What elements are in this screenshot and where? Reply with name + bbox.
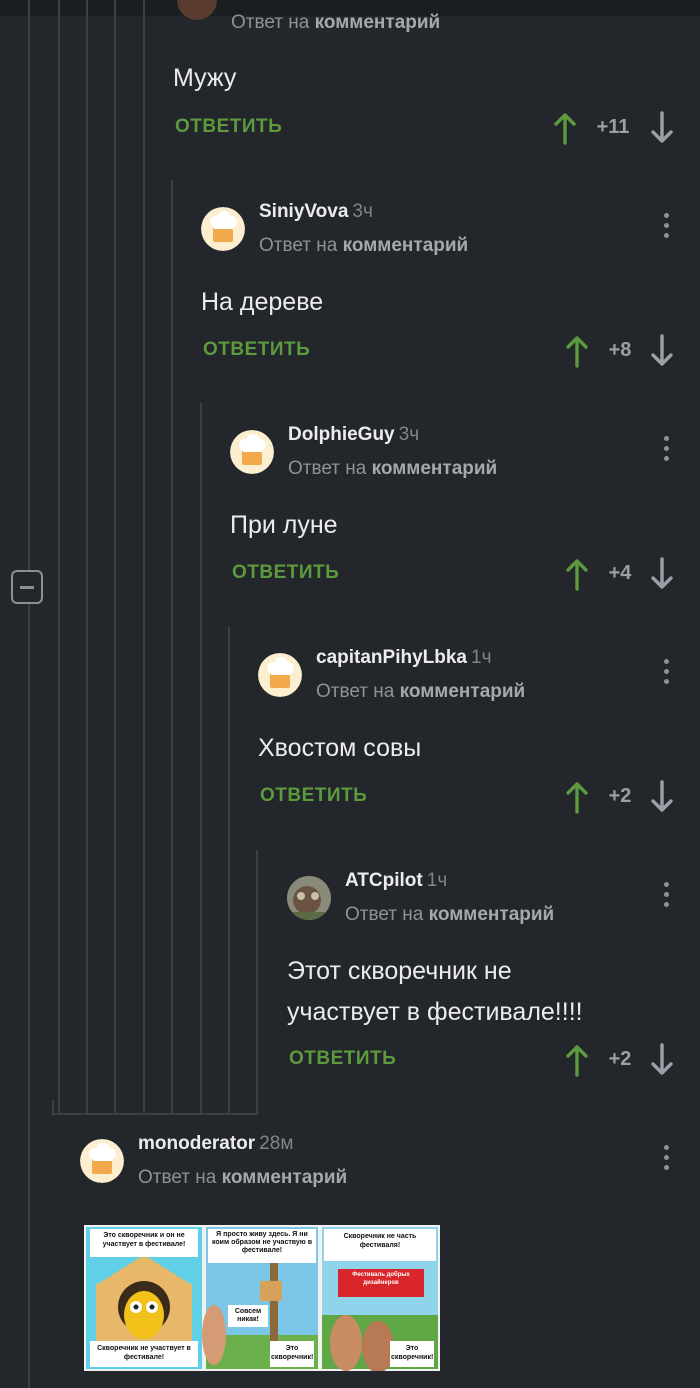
reply-to-link[interactable]: комментарий bbox=[429, 904, 555, 925]
arrow-up-icon[interactable] bbox=[565, 780, 589, 814]
reply-to-prefix: Ответ на bbox=[288, 458, 367, 479]
avatar[interactable] bbox=[177, 0, 217, 20]
comment-text-line: участвует в фестивале!!!! bbox=[287, 998, 583, 1026]
user-photo-avatar bbox=[287, 876, 331, 920]
vertical-dots-icon[interactable] bbox=[662, 659, 670, 689]
comic-caption: Я просто живу здесь. Я ни коим образом н… bbox=[211, 1231, 313, 1254]
username[interactable]: DolphieGuy 3ч bbox=[288, 424, 419, 446]
arrow-down-icon[interactable] bbox=[650, 780, 674, 814]
reply-button[interactable]: ОТВЕТИТЬ bbox=[232, 562, 339, 584]
comment-text: Мужу bbox=[173, 64, 237, 92]
reply-to-info: Ответ на комментарий bbox=[316, 681, 525, 703]
comment: capitanPihyLbka 1ч Ответ на комментарий Х… bbox=[258, 647, 700, 833]
vote-score: +8 bbox=[608, 339, 632, 361]
vertical-dots-icon[interactable] bbox=[662, 882, 670, 912]
username[interactable]: ATCpilot 1ч bbox=[345, 870, 447, 892]
vertical-dots-icon[interactable] bbox=[662, 213, 670, 243]
vote-score: +11 bbox=[596, 116, 630, 138]
reply-to-prefix: Ответ на bbox=[316, 681, 395, 702]
reply-button[interactable]: ОТВЕТИТЬ bbox=[289, 1048, 396, 1070]
reply-to-info: Ответ на комментарий bbox=[231, 12, 440, 34]
arrow-up-icon[interactable] bbox=[565, 1043, 589, 1077]
comic-caption: Совсем никак! bbox=[234, 1308, 262, 1323]
comic-caption: Это скворечник! bbox=[271, 1345, 314, 1361]
reply-to-link[interactable]: комментарий bbox=[372, 458, 498, 479]
comment-text-line: Этот скворечник не bbox=[287, 957, 512, 985]
arrow-down-icon[interactable] bbox=[650, 111, 674, 145]
avatar[interactable] bbox=[287, 876, 331, 920]
comment-time: 1ч bbox=[471, 647, 492, 668]
reply-button[interactable]: ОТВЕТИТЬ bbox=[260, 785, 367, 807]
reply-to-info: Ответ на комментарий bbox=[259, 235, 468, 257]
chef-hat-avatar-icon bbox=[258, 653, 302, 697]
arrow-down-icon[interactable] bbox=[650, 334, 674, 368]
thread-line bbox=[256, 850, 258, 1113]
comic-caption: Скворечник не участвует в фестивале! bbox=[97, 1345, 191, 1361]
vertical-dots-icon[interactable] bbox=[662, 436, 670, 466]
comic-caption: Это скворечник и он не участвует в фести… bbox=[102, 1232, 186, 1248]
vertical-dots-icon[interactable] bbox=[662, 1145, 670, 1175]
reply-to-info: Ответ на комментарий bbox=[288, 458, 497, 480]
reply-to-info: Ответ на комментарий bbox=[138, 1167, 347, 1189]
avatar[interactable] bbox=[201, 207, 245, 251]
username[interactable]: monoderator 28м bbox=[138, 1133, 293, 1155]
chef-hat-avatar-icon bbox=[201, 207, 245, 251]
username[interactable]: capitanPihyLbka 1ч bbox=[316, 647, 491, 669]
thread-line bbox=[171, 180, 173, 1113]
comment-text: Хвостом совы bbox=[258, 734, 422, 762]
arrow-up-icon[interactable] bbox=[565, 334, 589, 368]
comic-caption: Скворечник не часть фестиваля! bbox=[343, 1233, 417, 1249]
comment-text: На дереве bbox=[201, 288, 324, 316]
thread-line bbox=[28, 0, 30, 570]
chef-hat-avatar-icon bbox=[230, 430, 274, 474]
thread-line bbox=[143, 0, 145, 1113]
reply-to-link[interactable]: комментарий bbox=[343, 235, 469, 256]
comment-time: 28м bbox=[259, 1133, 294, 1154]
comment-text: При луне bbox=[230, 511, 338, 539]
reply-to-prefix: Ответ на bbox=[231, 12, 310, 33]
avatar[interactable] bbox=[258, 653, 302, 697]
reply-to-prefix: Ответ на bbox=[138, 1167, 217, 1188]
thread-line bbox=[228, 627, 230, 1113]
comment-time: 3ч bbox=[352, 201, 373, 222]
reply-to-link[interactable]: комментарий bbox=[400, 681, 526, 702]
thread-line bbox=[58, 0, 60, 1113]
username[interactable]: SiniyVova 3ч bbox=[259, 201, 373, 223]
avatar[interactable] bbox=[80, 1139, 124, 1183]
arrow-down-icon[interactable] bbox=[650, 557, 674, 591]
comment-time: 1ч bbox=[426, 870, 448, 891]
reply-to-info: Ответ на комментарий bbox=[345, 904, 554, 926]
reply-button[interactable]: ОТВЕТИТЬ bbox=[175, 116, 282, 138]
collapse-thread-button[interactable] bbox=[11, 570, 43, 604]
vote-score: +2 bbox=[608, 785, 632, 807]
comment-image[interactable]: Это скворечник и он не участвует в фести… bbox=[84, 1225, 440, 1371]
thread-line bbox=[28, 604, 30, 1388]
arrow-up-icon[interactable] bbox=[565, 557, 589, 591]
thread-line bbox=[52, 1113, 258, 1115]
vote-score: +2 bbox=[608, 1048, 632, 1070]
reply-to-link[interactable]: комментарий bbox=[222, 1167, 348, 1188]
chef-hat-avatar-icon bbox=[80, 1139, 124, 1183]
vote-score: +4 bbox=[608, 562, 632, 584]
comic-caption: Фестиваль добрых дизайнеров bbox=[352, 1272, 410, 1286]
reply-button[interactable]: ОТВЕТИТЬ bbox=[203, 339, 310, 361]
thread-line bbox=[114, 0, 116, 1113]
arrow-down-icon[interactable] bbox=[650, 1043, 674, 1077]
comic-caption: Это скворечник! bbox=[391, 1345, 434, 1361]
comment: Ответ на комментарий Мужу ОТВЕТИТЬ +11 bbox=[173, 0, 700, 160]
thread-line bbox=[200, 403, 202, 1113]
comment: ATCpilot 1ч Ответ на комментарий Этот скв… bbox=[287, 870, 700, 1096]
avatar[interactable] bbox=[230, 430, 274, 474]
reply-to-prefix: Ответ на bbox=[259, 235, 338, 256]
reply-to-prefix: Ответ на bbox=[345, 904, 424, 925]
arrow-up-icon[interactable] bbox=[553, 111, 577, 145]
comment-time: 3ч bbox=[398, 424, 420, 445]
comment-text: Этот скворечник не участвует в фестивале… bbox=[287, 951, 583, 1033]
comment: DolphieGuy 3ч Ответ на комментарий При лу… bbox=[230, 424, 700, 610]
reply-to-link[interactable]: комментарий bbox=[315, 12, 441, 33]
comment: SiniyVova 3ч Ответ на комментарий На дере… bbox=[201, 201, 700, 387]
thread-line bbox=[86, 0, 88, 1113]
